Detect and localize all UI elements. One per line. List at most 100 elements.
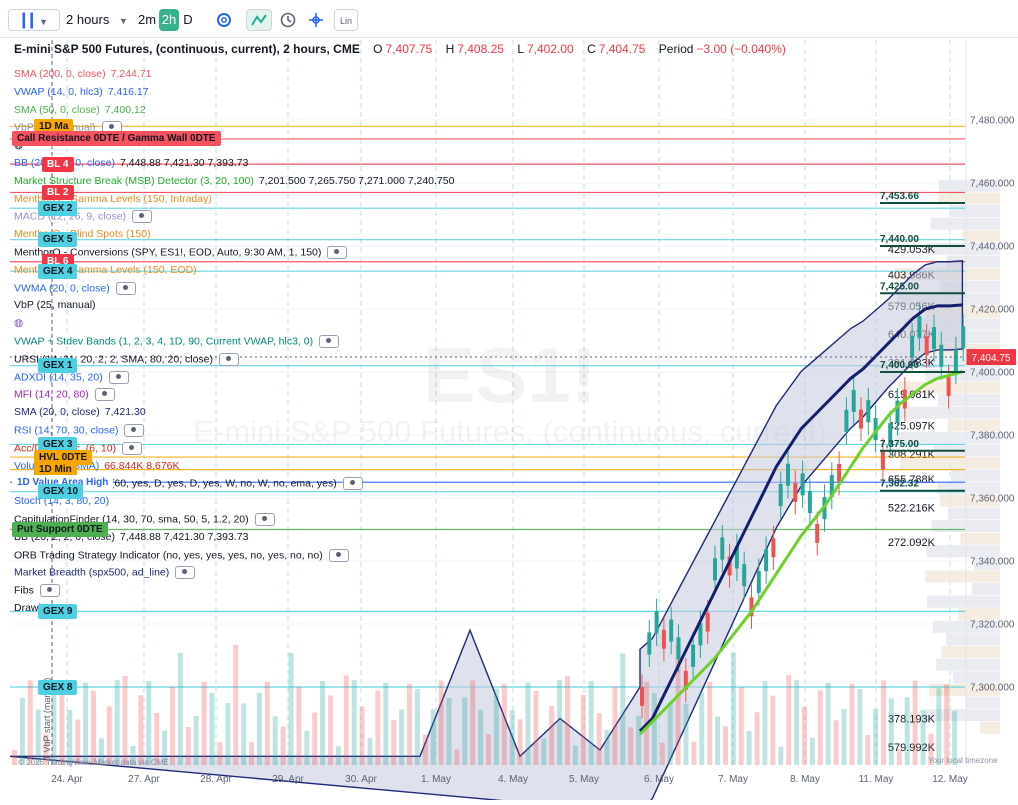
legend-row[interactable]: MenthorQ - Blind Spots (150) xyxy=(14,228,151,240)
volume-bar xyxy=(912,680,918,765)
level-tag[interactable]: GEX 10 xyxy=(38,484,84,500)
volume-bar xyxy=(604,730,610,765)
legend-row[interactable]: SMA (200, 0, close) 7,244.71 xyxy=(14,68,152,80)
legend-row[interactable]: MFI (14, 20, 80) xyxy=(14,388,115,402)
candle-body xyxy=(756,570,761,593)
candle-body xyxy=(669,619,674,642)
level-tag[interactable]: Put Support 0DTE xyxy=(12,522,108,537)
volume-bar xyxy=(296,687,302,765)
legend-row[interactable]: SMA (50, 0, close) 7,400.12 xyxy=(14,104,146,116)
volume-bar xyxy=(106,706,112,765)
candle-body xyxy=(647,632,652,655)
legend-row[interactable]: Market Structure Break (MSB) Detector (3… xyxy=(14,175,454,187)
eye-icon[interactable] xyxy=(175,566,196,580)
volume-bar xyxy=(256,692,262,765)
eye-icon[interactable] xyxy=(124,424,145,437)
volume-bar xyxy=(691,741,697,765)
legend-row[interactable]: VWAP + Stdev Bands (1, 2, 3, 4, 1D, 90, … xyxy=(14,335,340,348)
eye-icon[interactable] xyxy=(327,246,348,259)
eye-icon[interactable] xyxy=(132,210,153,224)
volume-bar xyxy=(249,741,254,765)
eye-icon[interactable] xyxy=(94,388,115,402)
volume-profile-bar xyxy=(958,608,1000,621)
symbol-title[interactable]: E-mini S&P 500 Futures, (continuous, cur… xyxy=(14,42,360,56)
eye-icon[interactable] xyxy=(319,335,340,348)
level-tag[interactable]: GEX 9 xyxy=(38,603,78,619)
level-tag[interactable]: BL 4 xyxy=(42,156,74,172)
price-tick-label: 7,360.000 xyxy=(970,494,1015,505)
eye-icon[interactable] xyxy=(108,370,129,384)
interval-2h-button[interactable]: 2h xyxy=(159,9,179,31)
price-chart[interactable]: ES1! E-mini S&P 500 Futures, (continuous… xyxy=(0,38,1018,805)
volume-bar xyxy=(525,682,531,765)
eye-icon[interactable] xyxy=(39,584,60,598)
settings-button[interactable] xyxy=(210,9,238,31)
chart-area[interactable]: ES1! E-mini S&P 500 Futures, (continuous… xyxy=(0,38,1018,805)
volume-bar xyxy=(809,737,815,765)
volume-profile-bar xyxy=(947,419,1000,432)
indicator-button[interactable] xyxy=(246,9,272,31)
eye-icon[interactable] xyxy=(342,477,363,491)
eye-icon[interactable] xyxy=(254,513,275,526)
annotation-level-label: 7,453.66 xyxy=(880,191,919,202)
legend-row[interactable]: Fibs xyxy=(14,584,60,598)
volume-bar xyxy=(541,738,547,765)
date-tick-label: 27. Apr xyxy=(128,774,160,785)
volume-bar xyxy=(185,727,191,765)
legend-row[interactable]: ORB Trading Strategy Indicator (no, yes,… xyxy=(14,548,349,562)
eye-icon[interactable] xyxy=(122,441,143,455)
volume-profile-bar xyxy=(952,671,1000,684)
legend-row[interactable]: VWMA (20, 0, close) xyxy=(14,281,136,295)
legend-values: 7,201.500 7,265.750 7,271.000 7,240.750 xyxy=(258,174,455,187)
eye-icon[interactable] xyxy=(328,548,349,562)
legend-row[interactable]: VbP (25, manual) xyxy=(14,299,96,311)
linear-scale-button[interactable]: Lin xyxy=(334,9,358,31)
interval-2m-button[interactable]: 2m xyxy=(136,9,158,31)
volume-profile-bar xyxy=(946,633,1000,646)
volume-bar xyxy=(462,697,468,765)
volume-profile-label: 425.097K xyxy=(888,421,936,433)
volume-bar xyxy=(549,706,555,765)
level-tag[interactable]: Call Resistance 0DTE / Gamma Wall 0DTE xyxy=(12,131,221,147)
top-toolbar: ┃┃ ▼ 2 hours ▼ 2m 2h D Lin xyxy=(0,0,1018,38)
level-tag[interactable]: GEX 1 xyxy=(38,358,78,374)
level-tag[interactable]: GEX 2 xyxy=(38,200,78,216)
date-tick-label: 12. May xyxy=(932,774,968,785)
legend-row[interactable]: Market Breadth (spx500, ad_line) xyxy=(14,566,196,580)
legend-row[interactable]: ◍ xyxy=(14,317,23,329)
volume-bar xyxy=(91,690,96,765)
legend-row[interactable]: VWAP (14, 0, hlc3) 7,416.17 xyxy=(14,86,149,98)
level-tag[interactable]: BL 2 xyxy=(42,184,74,200)
volume-bar xyxy=(715,716,721,765)
volume-bar xyxy=(501,684,507,765)
candle-body xyxy=(807,491,812,514)
price-tick-label: 7,320.000 xyxy=(970,620,1015,631)
level-tag[interactable]: GEX 4 xyxy=(38,263,78,279)
volume-bar xyxy=(367,737,373,765)
legend-row[interactable]: RSI (14, 70, 30, close) xyxy=(14,424,145,437)
eye-icon[interactable] xyxy=(115,281,136,295)
level-tag[interactable]: GEX 8 xyxy=(38,679,78,695)
volume-bar xyxy=(857,689,863,765)
level-tag[interactable]: GEX 5 xyxy=(38,232,78,248)
volume-bar xyxy=(241,703,247,765)
date-tick-label: 7. May xyxy=(718,774,748,785)
trend-icon xyxy=(251,14,267,26)
chart-type-selector[interactable]: ┃┃ ▼ xyxy=(8,9,60,31)
crosshair-button[interactable] xyxy=(304,9,328,31)
eye-icon[interactable] xyxy=(219,352,240,366)
interval-dropdown[interactable]: 2 hours ▼ xyxy=(66,9,134,31)
volume-bar xyxy=(138,695,144,765)
timezone-label[interactable]: Your local timezone xyxy=(928,756,998,765)
volume-profile-bar xyxy=(895,406,1000,419)
legend-row[interactable]: MACD (12, 26, 9, close) xyxy=(14,210,153,224)
interval-d-button[interactable]: D xyxy=(181,9,195,31)
annotation-level-label: 7,440.00 xyxy=(880,234,919,245)
chevron-down-icon: ▼ xyxy=(119,16,128,26)
volume-bar xyxy=(493,688,499,765)
price-tick-label: 7,420.000 xyxy=(970,305,1015,316)
volume-bar xyxy=(817,690,823,765)
legend-row[interactable]: SMA (20, 0, close) 7,421.30 xyxy=(14,406,146,418)
replay-button[interactable] xyxy=(276,9,300,31)
volume-profile-label: 378.193K xyxy=(888,714,936,726)
